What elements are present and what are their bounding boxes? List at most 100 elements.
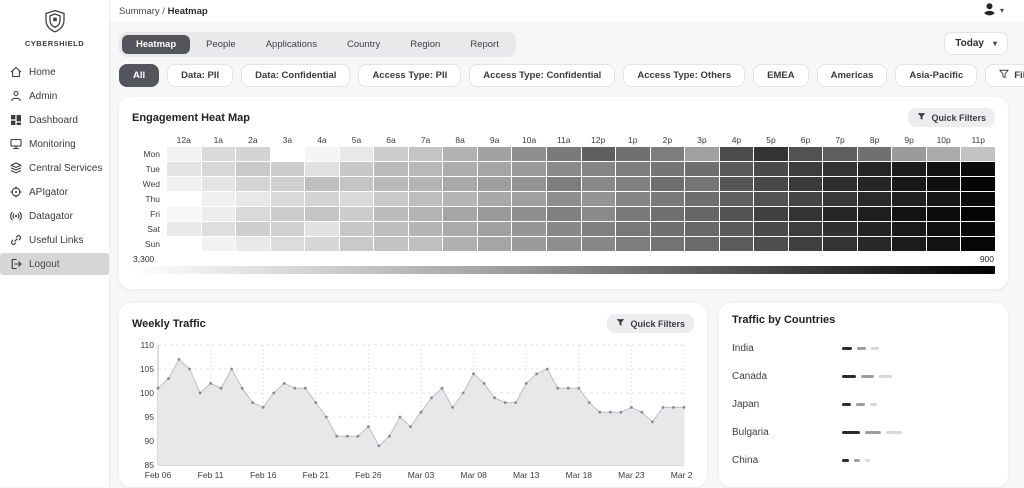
heatmap-cell (374, 162, 408, 176)
weekly-card-title: Weekly Traffic (132, 318, 206, 330)
heatmap-cell (582, 207, 616, 221)
heatmap-cell (547, 222, 581, 236)
sidebar-item-label: Monitoring (29, 139, 76, 150)
country-bar-segment-dark (842, 403, 851, 406)
tab-country[interactable]: Country (333, 35, 394, 54)
svg-text:Feb 21: Feb 21 (303, 470, 330, 480)
user-menu[interactable]: ▾ (982, 1, 1004, 21)
heatmap-cell (892, 162, 926, 176)
topbar: Summary / Heatmap ▾ (110, 0, 1024, 23)
heatmap-hour-label: 9a (478, 134, 512, 146)
heatmap-hour-label: 2p (651, 134, 685, 146)
heatmap-cell (547, 192, 581, 206)
heatmap-cell (892, 237, 926, 251)
home-icon (10, 66, 22, 78)
heatmap-hour-label: 8p (858, 134, 892, 146)
chip-data-pii[interactable]: Data: PII (167, 64, 233, 87)
chip-access-type-pii[interactable]: Access Type: PII (358, 64, 461, 87)
chip-all[interactable]: All (119, 64, 159, 87)
weekly-quick-filters-button[interactable]: Quick Filters (607, 314, 694, 333)
heatmap-hour-label: 3p (685, 134, 719, 146)
filters-button[interactable]: Filters (985, 64, 1024, 87)
heatmap-cell (754, 192, 788, 206)
weekly-traffic-svg: 859095100105110Feb 06Feb 11Feb 16Feb 21F… (132, 337, 692, 483)
sidebar-item-central-services[interactable]: Central Services (0, 157, 109, 179)
sidebar-item-useful-links[interactable]: Useful Links (0, 229, 109, 251)
heatmap-cell (720, 162, 754, 176)
country-bar-segment-mid (854, 459, 860, 462)
heatmap-cell (167, 162, 201, 176)
tab-report[interactable]: Report (456, 35, 513, 54)
tab-people[interactable]: People (192, 35, 250, 54)
heatmap-cell (823, 162, 857, 176)
chip-asia-pacific[interactable]: Asia-Pacific (895, 64, 977, 87)
chip-data-confidential[interactable]: Data: Confidential (241, 64, 350, 87)
heatmap-day-label: Mon (132, 147, 166, 161)
funnel-icon (917, 112, 926, 123)
heatmap-cell (582, 162, 616, 176)
tab-applications[interactable]: Applications (252, 35, 331, 54)
breadcrumb-root[interactable]: Summary (119, 6, 160, 17)
heatmap-cell (685, 192, 719, 206)
heatmap-cell (547, 147, 581, 161)
heatmap-grid: 12a1a2a3a4a5a6a7a8a9a10a11a12p1p2p3p4p5p… (132, 134, 995, 251)
heatmap-hour-label: 3a (271, 134, 305, 146)
tab-region[interactable]: Region (396, 35, 454, 54)
sidebar-item-admin[interactable]: Admin (0, 85, 109, 107)
sidebar-item-monitoring[interactable]: Monitoring (0, 133, 109, 155)
heatmap-hour-label: 6p (789, 134, 823, 146)
heatmap-cell (754, 237, 788, 251)
heatmap-cell (892, 192, 926, 206)
heatmap-cell (823, 177, 857, 191)
sidebar-item-label: APIgator (29, 187, 68, 198)
sidebar-item-dashboard[interactable]: Dashboard (0, 109, 109, 131)
heatmap-cell (823, 207, 857, 221)
heatmap-cell (858, 207, 892, 221)
sidebar-item-logout[interactable]: Logout (0, 253, 109, 275)
broadcast-icon (10, 210, 22, 222)
heatmap-hour-label: 10p (927, 134, 961, 146)
quick-filters-label: Quick Filters (931, 113, 986, 123)
heatmap-cell (374, 147, 408, 161)
sidebar-item-apigator[interactable]: APIgator (0, 181, 109, 203)
country-bar-segment-dark (842, 431, 860, 434)
chip-access-type-confidential[interactable]: Access Type: Confidential (469, 64, 615, 87)
heatmap-quick-filters-button[interactable]: Quick Filters (908, 108, 995, 127)
heatmap-cell (202, 192, 236, 206)
chip-americas[interactable]: Americas (817, 64, 888, 87)
tab-heatmap[interactable]: Heatmap (122, 35, 190, 54)
monitor-icon (10, 138, 22, 150)
heatmap-cell (720, 222, 754, 236)
country-label: India (732, 343, 842, 354)
country-bar-segment-light (886, 431, 902, 434)
heatmap-cell (236, 237, 270, 251)
chip-access-type-others[interactable]: Access Type: Others (623, 64, 745, 87)
svg-text:Feb 16: Feb 16 (250, 470, 277, 480)
heatmap-cell (271, 177, 305, 191)
heatmap-cell (754, 222, 788, 236)
sidebar-item-home[interactable]: Home (0, 61, 109, 83)
country-bars (842, 375, 995, 378)
svg-text:95: 95 (145, 412, 155, 422)
heatmap-cell (582, 177, 616, 191)
chip-emea[interactable]: EMEA (753, 64, 808, 87)
heatmap-cell (271, 237, 305, 251)
heatmap-cell (478, 237, 512, 251)
heatmap-cell (409, 222, 443, 236)
heatmap-day-label: Thu (132, 192, 166, 206)
date-range-button[interactable]: Today▾ (944, 32, 1008, 55)
country-bars (842, 459, 995, 462)
heatmap-cell (202, 147, 236, 161)
heatmap-cell (582, 147, 616, 161)
heatmap-cell (858, 147, 892, 161)
heatmap-cell (305, 237, 339, 251)
heatmap-cell (547, 237, 581, 251)
breadcrumb-current: Heatmap (168, 6, 208, 17)
svg-text:Feb 06: Feb 06 (145, 470, 172, 480)
heatmap-cell (512, 162, 546, 176)
sidebar-item-datagator[interactable]: Datagator (0, 205, 109, 227)
heatmap-cell (202, 207, 236, 221)
grid-icon (10, 114, 22, 126)
filters-label: Filters (1014, 70, 1024, 81)
sidebar-nav: HomeAdminDashboard Monitoring Central Serv… (0, 61, 109, 275)
